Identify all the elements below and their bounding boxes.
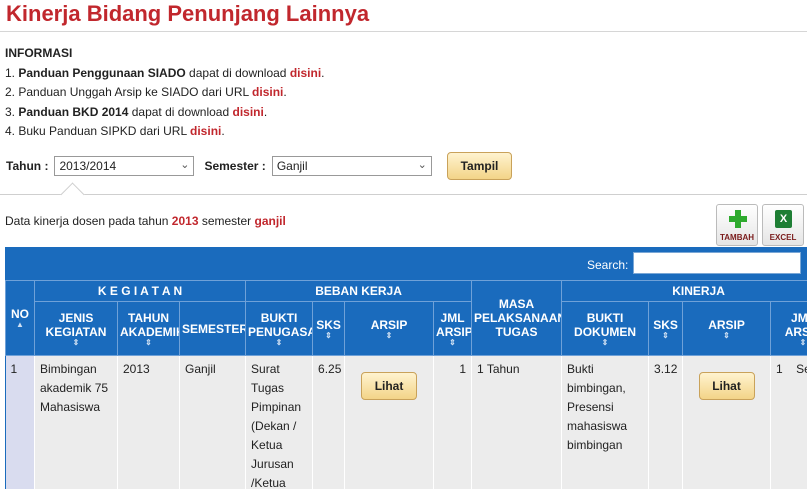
group-header-kinerja: KINERJA — [561, 280, 807, 302]
info-item: 2. Panduan Unggah Arsip ke SIADO dari UR… — [5, 85, 287, 99]
title-divider — [0, 31, 807, 32]
cell-jenis: Bimbingan akademik 75 Mahasiswa — [34, 355, 118, 489]
kinerja-table: NO ▲ K E G I A T A N BEBAN KERJA MASA PE… — [5, 280, 807, 489]
chevron-down-icon: ⌄ — [180, 159, 190, 171]
cell-tahun: 2013 — [117, 355, 180, 489]
column-header-masa[interactable]: MASA PELAKSANAAN TUGAS — [471, 280, 563, 356]
data-description: Data kinerja dosen pada tahun 2013 semes… — [5, 214, 286, 228]
tahun-label: Tahun : — [6, 159, 49, 173]
description-year: 2013 — [171, 214, 199, 228]
group-header-beban-kerja: BEBAN KERJA — [245, 280, 473, 302]
column-header-sks-kinerja[interactable]: SKS ⇕ — [648, 301, 684, 356]
info-item-number: 1. — [5, 65, 16, 80]
info-item-title: Panduan BKD 2014 — [18, 104, 129, 119]
semester-label: Semester : — [204, 159, 266, 173]
column-header-no[interactable]: NO ▲ — [5, 280, 35, 356]
info-item-text: Panduan Unggah Arsip ke SIADO dari URL — [18, 85, 253, 99]
excel-button-label: EXCEL — [769, 233, 797, 242]
column-header-arsip-kinerja[interactable]: ARSIP ⇕ — [682, 301, 772, 356]
section-divider — [0, 194, 807, 195]
info-item: 1. Panduan Penggunaan SIADO dapat di dow… — [5, 65, 325, 80]
sort-icon: ⇕ — [723, 330, 730, 340]
lihat-button[interactable]: Lihat — [361, 372, 418, 400]
filter-bar: Tahun : 2013/2014 ⌄ Semester : Ganjil ⌄ — [6, 152, 432, 180]
sort-icon: ⇕ — [799, 337, 807, 347]
column-header-jml-arsip-kinerja[interactable]: JML ARSIP⇕ — [770, 301, 807, 356]
excel-export-button[interactable]: X EXCEL — [762, 204, 804, 246]
column-header-arsip[interactable]: ARSIP ⇕ — [344, 301, 435, 356]
info-item: 3. Panduan BKD 2014 dapat di download di… — [5, 104, 268, 119]
download-link[interactable]: disini — [190, 124, 221, 138]
column-header-bukti-penugasan[interactable]: BUKTI PENUGASAN⇕ — [245, 301, 314, 356]
info-item-title: Panduan Penggunaan SIADO — [18, 65, 186, 80]
column-header-sks[interactable]: SKS ⇕ — [312, 301, 346, 356]
info-item-text: dapat di download — [128, 104, 233, 119]
sort-icon: ⇕ — [662, 330, 669, 340]
tampil-button[interactable]: Tampil — [447, 152, 512, 180]
download-link[interactable]: disini — [290, 66, 321, 80]
description-semester: ganjil — [254, 214, 286, 228]
info-item-text: dapat di download — [185, 65, 290, 80]
cell-no: 1 — [5, 355, 35, 489]
sort-icon: ⇕ — [601, 337, 609, 347]
search-label: Search: — [587, 258, 629, 272]
table-row: 1 Bimbingan akademik 75 Mahasiswa 2013 G… — [5, 355, 807, 489]
info-item-number: 2. — [5, 85, 16, 99]
cell-bukti-dokumen: Bukti bimbingan, Presensi mahasiswa bimb… — [561, 355, 650, 489]
cell-jml-arsip: 1 — [433, 355, 473, 489]
cell-arsip: Lihat — [344, 355, 435, 489]
column-header-tahun[interactable]: TAHUN AKADEMIK ⇕ — [117, 301, 180, 356]
cell-jml-arsip-kinerja: 1 Selesai — [770, 355, 807, 489]
sort-icon: ⇕ — [385, 330, 393, 340]
sort-icon: ⇕ — [72, 337, 80, 347]
sort-asc-icon: ▲ — [16, 320, 24, 329]
download-link[interactable]: disini — [252, 85, 283, 99]
plus-icon — [729, 210, 747, 228]
search-input[interactable] — [633, 252, 801, 274]
data-grid: Search: NO ▲ K E G I A T A N BEBAN KERJA… — [5, 247, 807, 489]
cell-sks: 6.25 — [312, 355, 346, 489]
jml-arsip-value: 1 — [776, 362, 783, 376]
add-button-label: TAMBAH — [719, 233, 755, 242]
column-header-semester[interactable]: SEMESTER — [178, 301, 247, 356]
cell-semester: Ganjil — [179, 355, 247, 489]
excel-icon: X — [775, 210, 792, 228]
column-header-jml-arsip[interactable]: JML ARSIP ⇕ — [433, 301, 473, 356]
column-header-jenis[interactable]: JENIS KEGIATAN ⇕ — [34, 301, 118, 356]
cell-sks-kinerja: 3.12 — [648, 355, 684, 489]
tahun-selected-value: 2013/2014 — [59, 159, 117, 173]
chevron-down-icon: ⌄ — [417, 159, 427, 171]
info-item-text: Buku Panduan SIPKD dari URL — [18, 124, 191, 138]
sort-icon: ⇕ — [325, 330, 332, 340]
semester-selected-value: Ganjil — [276, 159, 308, 173]
info-item: 4. Buku Panduan SIPKD dari URL disini. — [5, 124, 225, 138]
cell-arsip-kinerja: Lihat — [682, 355, 772, 489]
info-panel: INFORMASI 1. Panduan Penggunaan SIADO da… — [5, 44, 325, 142]
download-link[interactable]: disini — [233, 105, 264, 119]
info-item-number: 4. — [5, 124, 16, 138]
column-header-bukti-dokumen[interactable]: BUKTI DOKUMEN ⇕ — [561, 301, 650, 356]
semester-select[interactable]: Ganjil ⌄ — [271, 156, 432, 176]
info-item-number: 3. — [5, 104, 16, 119]
info-heading: INFORMASI — [5, 46, 73, 60]
cell-masa: 1 Tahun — [471, 355, 563, 489]
divider-notch — [60, 182, 85, 207]
page-title: Kinerja Bidang Penunjang Lainnya — [6, 1, 370, 26]
group-header-kegiatan: K E G I A T A N — [33, 280, 247, 302]
lihat-button[interactable]: Lihat — [698, 372, 755, 400]
sort-icon: ⇕ — [449, 337, 456, 347]
sort-icon: ⇕ — [275, 337, 283, 347]
sort-icon: ⇕ — [145, 337, 152, 347]
tahun-select[interactable]: 2013/2014 ⌄ — [54, 156, 195, 176]
cell-bukti-penugasan: Surat Tugas Pimpinan (Dekan / Ketua Juru… — [245, 355, 314, 489]
add-button[interactable]: TAMBAH — [716, 204, 758, 246]
status-text: Selesai — [796, 362, 807, 376]
